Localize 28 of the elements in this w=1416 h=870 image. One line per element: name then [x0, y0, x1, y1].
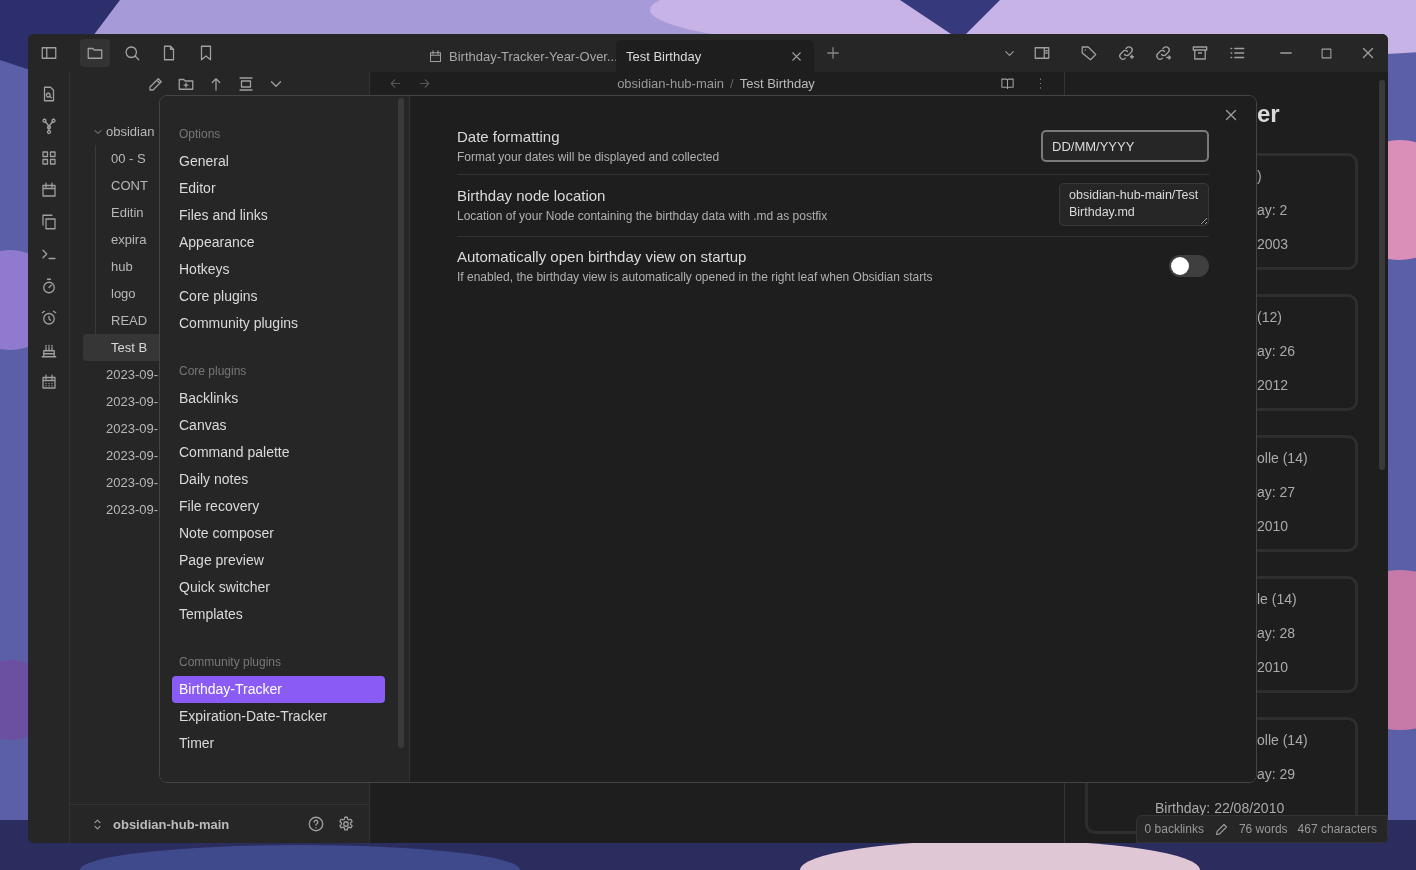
- card-text: ay: 27: [1257, 483, 1296, 501]
- setting-description: Location of your Node containing the birthday data with .md as postfix: [457, 208, 829, 223]
- nav-heading: Core plugins: [178, 363, 248, 380]
- card-text: olle (14): [1257, 731, 1308, 749]
- card-text: 2012: [1257, 376, 1289, 394]
- card-text: ay: 26: [1257, 342, 1296, 360]
- setting-description: Format your dates will be displayed and collected: [457, 150, 721, 164]
- breadcrumb-separator: /: [730, 75, 734, 91]
- card-text: ): [1257, 167, 1262, 185]
- nav-heading: Options: [178, 126, 222, 143]
- card-text: Birthday: 22/08/2010: [1155, 799, 1285, 817]
- card-text: le (14): [1257, 590, 1297, 608]
- card-text: olle (14): [1257, 449, 1308, 467]
- card-text: 2010: [1257, 517, 1289, 535]
- card-text: ay: 2: [1257, 201, 1288, 219]
- panel-title: er: [1257, 100, 1280, 129]
- card-text: ay: 29: [1257, 765, 1296, 783]
- nav-heading: Community plugins: [178, 654, 283, 671]
- setting-name: Date formatting: [457, 128, 561, 145]
- setting-name: Automatically open birthday view on startup: [457, 248, 748, 265]
- card-text: 2010: [1257, 658, 1289, 676]
- setting-name: Birthday node location: [457, 186, 607, 204]
- card-text: ay: 28: [1257, 624, 1296, 642]
- setting-description: If enabled, the birthday view is automatically opened in the right leaf when Obsidian starts: [457, 270, 934, 284]
- character-count: 467 characters: [1297, 822, 1377, 836]
- card-text: 2003: [1257, 235, 1289, 253]
- word-count: 76 words: [1238, 822, 1288, 836]
- card-text: (12): [1257, 308, 1282, 326]
